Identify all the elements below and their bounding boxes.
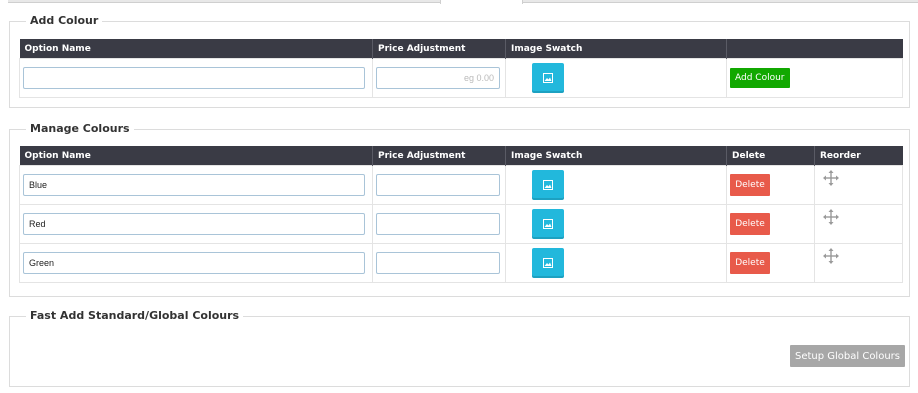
option-name-input-green[interactable] [23, 252, 365, 274]
header-price-adjustment: Price Adjustment [372, 146, 506, 166]
setup-global-colours-button[interactable]: Setup Global Colours [789, 345, 905, 367]
fast-add-title: Fast Add Standard/Global Colours [26, 309, 244, 322]
header-image-swatch: Image Swatch [505, 39, 727, 59]
add-image-swatch-button[interactable] [532, 63, 564, 93]
table-row: Delete [19, 165, 903, 205]
option-name-input-red[interactable] [23, 213, 365, 235]
add-colour-title: Add Colour [26, 14, 103, 27]
header-option-name: Option Name [19, 146, 373, 166]
delete-button-blue[interactable]: Delete [730, 174, 770, 196]
header-delete: Delete [726, 146, 815, 166]
fast-add-panel: Fast Add Standard/Global Colours Setup G… [9, 309, 910, 387]
header-action [726, 39, 903, 59]
tab-edge [440, 0, 441, 4]
image-icon [543, 180, 553, 190]
price-adjustment-input-blue[interactable] [376, 174, 500, 196]
delete-button-green[interactable]: Delete [730, 252, 770, 274]
image-swatch-button-blue[interactable] [532, 170, 564, 200]
move-arrows-icon[interactable] [823, 170, 839, 186]
tab-bar-right [523, 0, 918, 3]
manage-colours-title: Manage Colours [26, 122, 134, 135]
table-header: Option Name Price Adjustment Image Swatc… [19, 146, 903, 166]
header-option-name: Option Name [19, 39, 373, 59]
add-colour-button[interactable]: Add Colour [730, 68, 790, 88]
table-header: Option Name Price Adjustment Image Swatc… [19, 39, 903, 59]
image-icon [543, 258, 553, 268]
new-option-name-input[interactable] [23, 67, 365, 89]
table-row: Add Colour [19, 58, 903, 98]
table-row: Delete [19, 204, 903, 244]
add-colour-panel: Add Colour Option Name Price Adjustment … [9, 14, 910, 108]
table-row: Delete [19, 243, 903, 283]
header-price-adjustment: Price Adjustment [372, 39, 506, 59]
tab-bar-left [8, 0, 440, 3]
manage-colours-panel: Manage Colours Option Name Price Adjustm… [9, 122, 910, 297]
header-reorder: Reorder [814, 146, 903, 166]
new-price-adjustment-input[interactable] [376, 67, 500, 89]
header-image-swatch: Image Swatch [505, 146, 727, 166]
add-colour-table: Option Name Price Adjustment Image Swatc… [19, 39, 903, 98]
move-arrows-icon[interactable] [823, 248, 839, 264]
image-icon [543, 73, 553, 83]
image-icon [543, 219, 553, 229]
option-name-input-blue[interactable] [23, 174, 365, 196]
price-adjustment-input-red[interactable] [376, 213, 500, 235]
image-swatch-button-green[interactable] [532, 248, 564, 278]
delete-button-red[interactable]: Delete [730, 213, 770, 235]
move-arrows-icon[interactable] [823, 209, 839, 225]
price-adjustment-input-green[interactable] [376, 252, 500, 274]
image-swatch-button-red[interactable] [532, 209, 564, 239]
manage-colours-table: Option Name Price Adjustment Image Swatc… [19, 146, 903, 283]
